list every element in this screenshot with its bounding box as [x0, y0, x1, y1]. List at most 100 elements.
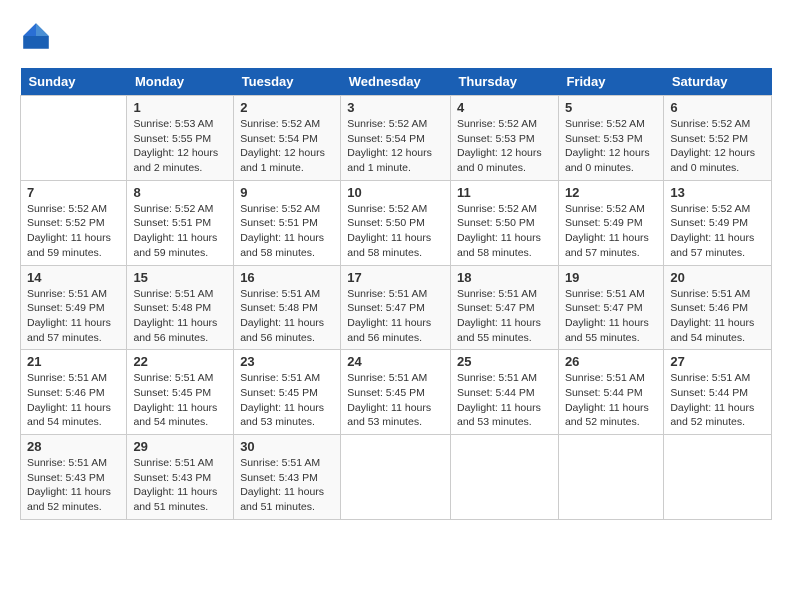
day-info: Sunrise: 5:52 AM Sunset: 5:54 PM Dayligh… — [347, 117, 444, 176]
day-number: 29 — [133, 439, 227, 454]
calendar-week-3: 14 Sunrise: 5:51 AM Sunset: 5:49 PM Dayli… — [21, 265, 772, 350]
day-number: 26 — [565, 354, 657, 369]
day-info: Sunrise: 5:51 AM Sunset: 5:43 PM Dayligh… — [27, 456, 120, 515]
day-info: Sunrise: 5:51 AM Sunset: 5:43 PM Dayligh… — [240, 456, 334, 515]
day-number: 11 — [457, 185, 552, 200]
day-info: Sunrise: 5:51 AM Sunset: 5:43 PM Dayligh… — [133, 456, 227, 515]
day-number: 13 — [670, 185, 765, 200]
calendar-cell: 16 Sunrise: 5:51 AM Sunset: 5:48 PM Dayli… — [234, 265, 341, 350]
calendar-cell — [664, 435, 772, 520]
calendar-cell: 21 Sunrise: 5:51 AM Sunset: 5:46 PM Dayli… — [21, 350, 127, 435]
day-number: 14 — [27, 270, 120, 285]
calendar-cell: 26 Sunrise: 5:51 AM Sunset: 5:44 PM Dayli… — [558, 350, 663, 435]
col-header-saturday: Saturday — [664, 68, 772, 96]
day-number: 21 — [27, 354, 120, 369]
day-info: Sunrise: 5:51 AM Sunset: 5:47 PM Dayligh… — [457, 287, 552, 346]
calendar-cell: 2Sunrise: 5:52 AM Sunset: 5:54 PM Daylig… — [234, 96, 341, 181]
day-number: 6 — [670, 100, 765, 115]
calendar-cell — [558, 435, 663, 520]
calendar-cell: 8 Sunrise: 5:52 AM Sunset: 5:51 PM Daylig… — [127, 180, 234, 265]
day-info: Sunrise: 5:51 AM Sunset: 5:44 PM Dayligh… — [565, 371, 657, 430]
calendar-cell — [21, 96, 127, 181]
calendar-cell: 28 Sunrise: 5:51 AM Sunset: 5:43 PM Dayli… — [21, 435, 127, 520]
calendar-table: SundayMondayTuesdayWednesdayThursdayFrid… — [20, 68, 772, 520]
day-info: Sunrise: 5:52 AM Sunset: 5:49 PM Dayligh… — [565, 202, 657, 261]
day-info: Sunrise: 5:51 AM Sunset: 5:44 PM Dayligh… — [670, 371, 765, 430]
day-info: Sunrise: 5:51 AM Sunset: 5:45 PM Dayligh… — [240, 371, 334, 430]
col-header-monday: Monday — [127, 68, 234, 96]
day-info: Sunrise: 5:51 AM Sunset: 5:47 PM Dayligh… — [347, 287, 444, 346]
day-number: 27 — [670, 354, 765, 369]
calendar-cell: 11 Sunrise: 5:52 AM Sunset: 5:50 PM Dayli… — [450, 180, 558, 265]
calendar-week-2: 7 Sunrise: 5:52 AM Sunset: 5:52 PM Daylig… — [21, 180, 772, 265]
logo — [20, 20, 56, 52]
calendar-cell: 27 Sunrise: 5:51 AM Sunset: 5:44 PM Dayli… — [664, 350, 772, 435]
day-info: Sunrise: 5:51 AM Sunset: 5:45 PM Dayligh… — [133, 371, 227, 430]
day-number: 16 — [240, 270, 334, 285]
day-number: 19 — [565, 270, 657, 285]
day-info: Sunrise: 5:52 AM Sunset: 5:52 PM Dayligh… — [670, 117, 765, 176]
day-number: 28 — [27, 439, 120, 454]
day-number: 4 — [457, 100, 552, 115]
calendar-week-1: 1 Sunrise: 5:53 AM Sunset: 5:55 PM Daylig… — [21, 96, 772, 181]
calendar-cell: 22 Sunrise: 5:51 AM Sunset: 5:45 PM Dayli… — [127, 350, 234, 435]
day-info: Sunrise: 5:51 AM Sunset: 5:45 PM Dayligh… — [347, 371, 444, 430]
day-number: 5 — [565, 100, 657, 115]
col-header-sunday: Sunday — [21, 68, 127, 96]
day-number: 1 — [133, 100, 227, 115]
page-header — [20, 20, 772, 52]
day-info: Sunrise: 5:51 AM Sunset: 5:44 PM Dayligh… — [457, 371, 552, 430]
calendar-cell: 6 Sunrise: 5:52 AM Sunset: 5:52 PM Daylig… — [664, 96, 772, 181]
col-header-thursday: Thursday — [450, 68, 558, 96]
calendar-cell: 29 Sunrise: 5:51 AM Sunset: 5:43 PM Dayli… — [127, 435, 234, 520]
day-info: Sunrise: 5:51 AM Sunset: 5:48 PM Dayligh… — [240, 287, 334, 346]
day-number: 8 — [133, 185, 227, 200]
day-info: Sunrise: 5:52 AM Sunset: 5:52 PM Dayligh… — [27, 202, 120, 261]
day-number: 9 — [240, 185, 334, 200]
day-info: Sunrise: 5:51 AM Sunset: 5:46 PM Dayligh… — [670, 287, 765, 346]
day-number: 10 — [347, 185, 444, 200]
col-header-wednesday: Wednesday — [341, 68, 451, 96]
day-info: Sunrise: 5:52 AM Sunset: 5:53 PM Dayligh… — [565, 117, 657, 176]
calendar-cell: 10Sunrise: 5:52 AM Sunset: 5:50 PM Dayli… — [341, 180, 451, 265]
day-info: Sunrise: 5:52 AM Sunset: 5:54 PM Dayligh… — [240, 117, 334, 176]
calendar-cell: 18 Sunrise: 5:51 AM Sunset: 5:47 PM Dayli… — [450, 265, 558, 350]
calendar-cell: 19Sunrise: 5:51 AM Sunset: 5:47 PM Dayli… — [558, 265, 663, 350]
day-info: Sunrise: 5:52 AM Sunset: 5:53 PM Dayligh… — [457, 117, 552, 176]
logo-icon — [20, 20, 52, 52]
day-number: 24 — [347, 354, 444, 369]
day-info: Sunrise: 5:51 AM Sunset: 5:46 PM Dayligh… — [27, 371, 120, 430]
day-number: 3 — [347, 100, 444, 115]
calendar-cell: 15Sunrise: 5:51 AM Sunset: 5:48 PM Dayli… — [127, 265, 234, 350]
calendar-cell: 3 Sunrise: 5:52 AM Sunset: 5:54 PM Daylig… — [341, 96, 451, 181]
calendar-cell: 4 Sunrise: 5:52 AM Sunset: 5:53 PM Daylig… — [450, 96, 558, 181]
day-info: Sunrise: 5:53 AM Sunset: 5:55 PM Dayligh… — [133, 117, 227, 176]
day-info: Sunrise: 5:52 AM Sunset: 5:50 PM Dayligh… — [457, 202, 552, 261]
day-number: 20 — [670, 270, 765, 285]
day-number: 30 — [240, 439, 334, 454]
day-info: Sunrise: 5:51 AM Sunset: 5:49 PM Dayligh… — [27, 287, 120, 346]
calendar-cell — [450, 435, 558, 520]
calendar-cell: 1 Sunrise: 5:53 AM Sunset: 5:55 PM Daylig… — [127, 96, 234, 181]
calendar-cell: 17Sunrise: 5:51 AM Sunset: 5:47 PM Dayli… — [341, 265, 451, 350]
calendar-cell: 13Sunrise: 5:52 AM Sunset: 5:49 PM Dayli… — [664, 180, 772, 265]
calendar-cell: 9 Sunrise: 5:52 AM Sunset: 5:51 PM Daylig… — [234, 180, 341, 265]
calendar-cell: 20 Sunrise: 5:51 AM Sunset: 5:46 PM Dayli… — [664, 265, 772, 350]
calendar-cell: 24 Sunrise: 5:51 AM Sunset: 5:45 PM Dayli… — [341, 350, 451, 435]
col-header-tuesday: Tuesday — [234, 68, 341, 96]
day-number: 7 — [27, 185, 120, 200]
day-number: 15 — [133, 270, 227, 285]
day-info: Sunrise: 5:52 AM Sunset: 5:51 PM Dayligh… — [133, 202, 227, 261]
calendar-cell: 7 Sunrise: 5:52 AM Sunset: 5:52 PM Daylig… — [21, 180, 127, 265]
calendar-cell: 5 Sunrise: 5:52 AM Sunset: 5:53 PM Daylig… — [558, 96, 663, 181]
day-number: 22 — [133, 354, 227, 369]
calendar-week-5: 28 Sunrise: 5:51 AM Sunset: 5:43 PM Dayli… — [21, 435, 772, 520]
calendar-cell: 25 Sunrise: 5:51 AM Sunset: 5:44 PM Dayli… — [450, 350, 558, 435]
calendar-cell: 23Sunrise: 5:51 AM Sunset: 5:45 PM Dayli… — [234, 350, 341, 435]
day-number: 12 — [565, 185, 657, 200]
day-number: 18 — [457, 270, 552, 285]
day-info: Sunrise: 5:52 AM Sunset: 5:51 PM Dayligh… — [240, 202, 334, 261]
calendar-cell: 30 Sunrise: 5:51 AM Sunset: 5:43 PM Dayli… — [234, 435, 341, 520]
day-number: 25 — [457, 354, 552, 369]
calendar-week-4: 21 Sunrise: 5:51 AM Sunset: 5:46 PM Dayli… — [21, 350, 772, 435]
